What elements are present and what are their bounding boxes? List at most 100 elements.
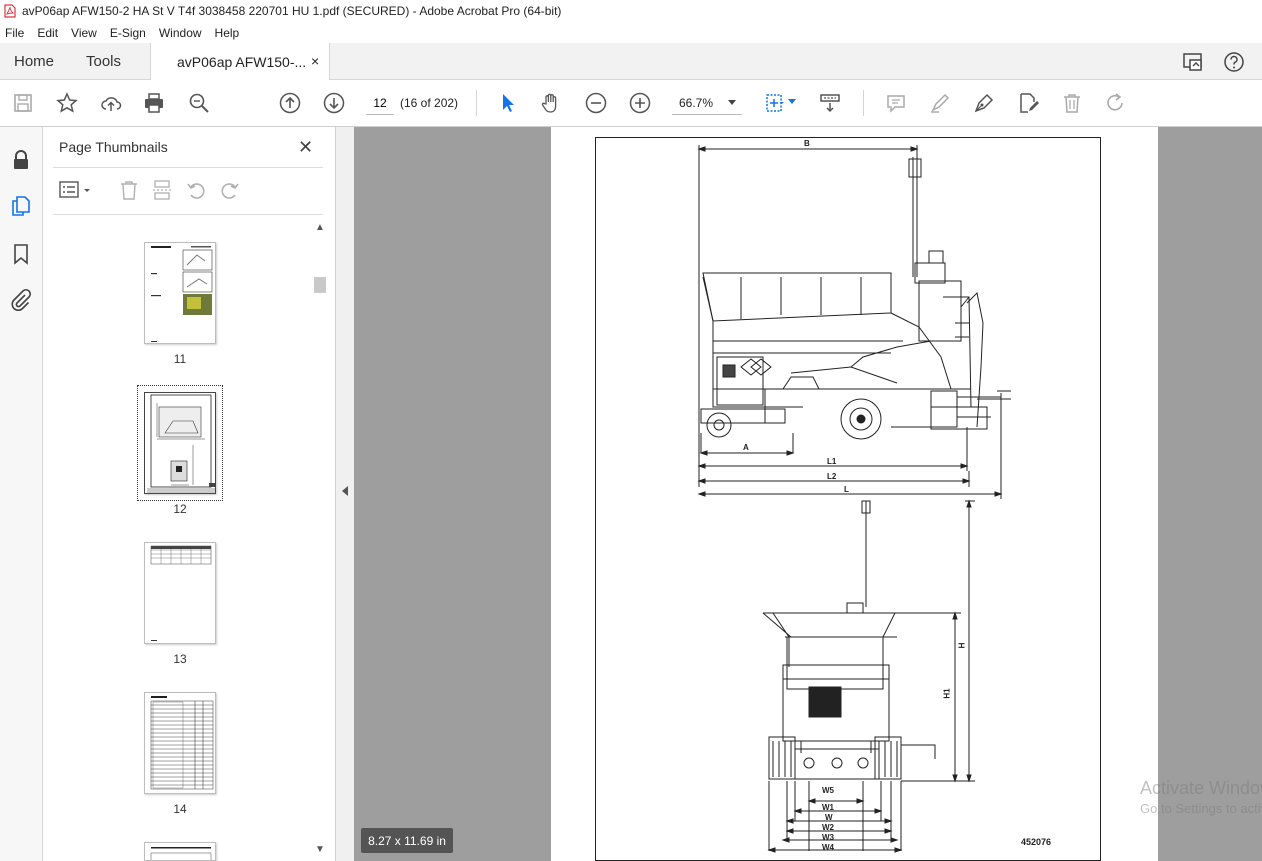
scroll-up-arrow-icon[interactable]: ▲ <box>315 222 325 233</box>
pen-nib-icon <box>974 93 994 113</box>
close-panel-button[interactable]: ✕ <box>298 137 313 158</box>
title-bar: avP06ap AFW150-2 HA St V T4f 3038458 220… <box>0 0 1262 22</box>
scroll-mode-icon <box>820 94 840 113</box>
draw-button[interactable] <box>971 90 997 116</box>
comment-button[interactable] <box>883 90 909 116</box>
thumbnail-preview <box>151 246 213 342</box>
redo-icon <box>1107 93 1123 111</box>
delete-page-icon[interactable] <box>118 179 140 201</box>
scroll-down-arrow-icon[interactable]: ▼ <box>315 844 325 855</box>
plus-circle-icon <box>629 92 651 114</box>
help-icon[interactable] <box>1222 51 1246 73</box>
dimension-label: B <box>804 139 810 148</box>
watermark-line-1: Activate Windows <box>1140 778 1262 798</box>
edit-pdf-button[interactable] <box>1015 90 1041 116</box>
page-thumbnail-13[interactable] <box>144 542 216 644</box>
thumbnail-options-icon[interactable] <box>58 179 92 201</box>
divider <box>53 167 323 168</box>
tab-tools[interactable]: Tools <box>86 53 121 70</box>
tab-document[interactable]: avP06ap AFW150-... × <box>150 43 330 81</box>
share-screen-icon[interactable] <box>1181 51 1205 73</box>
dimension-label: W5 <box>822 786 834 795</box>
dimension-label: H1 <box>942 688 952 699</box>
select-tool-button[interactable] <box>495 90 521 116</box>
collapse-panel-arrow-icon[interactable] <box>342 486 348 496</box>
thumbnail-label-12: 12 <box>173 502 187 516</box>
dimension-label: W <box>825 813 833 822</box>
zoom-out-button[interactable] <box>583 90 609 116</box>
document-tab-label: avP06ap AFW150-... <box>177 54 307 70</box>
tab-home[interactable]: Home <box>14 53 54 70</box>
find-button[interactable] <box>186 90 212 116</box>
extract-pages-icon[interactable] <box>151 179 173 201</box>
next-page-button[interactable] <box>321 90 347 116</box>
minus-circle-icon <box>585 92 607 114</box>
thumbnail-scrollbar[interactable]: ▲ ▼ <box>313 222 327 858</box>
bookmark-icon[interactable] <box>9 242 33 266</box>
page-thumbnails-panel: Page Thumbnails ✕ 11 12 13 14 ▲ ▼ <box>43 127 335 861</box>
bookmark-star-button[interactable] <box>54 90 80 116</box>
delete-button[interactable] <box>1059 90 1085 116</box>
menu-window[interactable]: Window <box>159 26 202 40</box>
menu-edit[interactable]: Edit <box>37 26 58 40</box>
pdf-page: B A L1 L2 L H H1 W5 W1 W W2 W3 W4 452076 <box>551 127 1158 861</box>
document-viewer[interactable]: B A L1 L2 L H H1 W5 W1 W W2 W3 W4 452076 <box>354 127 1262 861</box>
page-thumbnail-11[interactable] <box>144 242 216 344</box>
cloud-upload-icon <box>101 97 122 111</box>
highlight-button[interactable] <box>927 90 953 116</box>
dimension-label: L1 <box>827 457 837 466</box>
scroll-mode-button[interactable] <box>817 90 843 116</box>
page-thumbnail-14[interactable] <box>144 692 216 794</box>
menu-view[interactable]: View <box>71 26 97 40</box>
lock-icon[interactable] <box>9 148 33 172</box>
page-thumbnails-icon[interactable] <box>9 194 33 218</box>
star-icon <box>56 92 78 113</box>
menu-help[interactable]: Help <box>215 26 240 40</box>
printer-icon <box>145 93 163 113</box>
rotate-clockwise-icon[interactable] <box>219 179 241 201</box>
close-tab-button[interactable]: × <box>311 53 319 69</box>
cursor-arrow-icon <box>503 94 514 112</box>
save-button[interactable] <box>10 90 36 116</box>
thumbnail-preview <box>145 393 215 493</box>
menu-bar: File Edit View E-Sign Window Help <box>0 22 1262 43</box>
fit-page-button[interactable] <box>762 90 788 116</box>
attachment-icon[interactable] <box>9 288 33 312</box>
comment-icon <box>887 95 905 113</box>
dimension-label: W2 <box>822 823 834 832</box>
window-title: avP06ap AFW150-2 HA St V T4f 3038458 220… <box>22 4 562 18</box>
acrobat-logo-icon <box>4 4 16 18</box>
fit-page-dropdown-icon[interactable] <box>788 99 796 105</box>
previous-page-button[interactable] <box>277 90 303 116</box>
main-toolbar <box>0 80 1262 127</box>
chevron-down-icon <box>728 100 736 105</box>
search-zoom-icon <box>189 93 209 113</box>
upload-button[interactable] <box>98 90 124 116</box>
redo-button[interactable] <box>1103 90 1129 116</box>
page-thumbnail-15[interactable] <box>144 842 216 861</box>
hand-tool-button[interactable] <box>538 90 564 116</box>
thumbnail-preview <box>150 696 214 790</box>
page-number-input[interactable] <box>366 91 394 115</box>
scrollbar-thumb[interactable] <box>314 277 326 293</box>
panel-splitter[interactable] <box>335 127 354 861</box>
page-thumbnail-12[interactable] <box>144 392 216 494</box>
toolbar-separator <box>863 90 864 116</box>
menu-file[interactable]: File <box>5 26 24 40</box>
zoom-dropdown[interactable]: 66.7% <box>672 91 742 115</box>
dimension-label: W3 <box>822 833 834 842</box>
rotate-counterclockwise-icon[interactable] <box>185 179 207 201</box>
dimension-label: W1 <box>822 803 834 812</box>
print-button[interactable] <box>141 90 167 116</box>
technical-drawing <box>697 145 1011 853</box>
drawing-number: 452076 <box>1021 837 1052 847</box>
dimension-label: L2 <box>827 472 837 481</box>
page-count-label: (16 of 202) <box>400 96 459 110</box>
zoom-in-button[interactable] <box>627 90 653 116</box>
dimension-label: L <box>844 485 849 494</box>
thumbnail-preview <box>150 847 212 860</box>
thumbnail-label-14: 14 <box>173 802 187 816</box>
menu-esign[interactable]: E-Sign <box>110 26 146 40</box>
thumbnail-label-11: 11 <box>173 352 187 366</box>
arrow-down-circle-icon <box>323 92 345 114</box>
